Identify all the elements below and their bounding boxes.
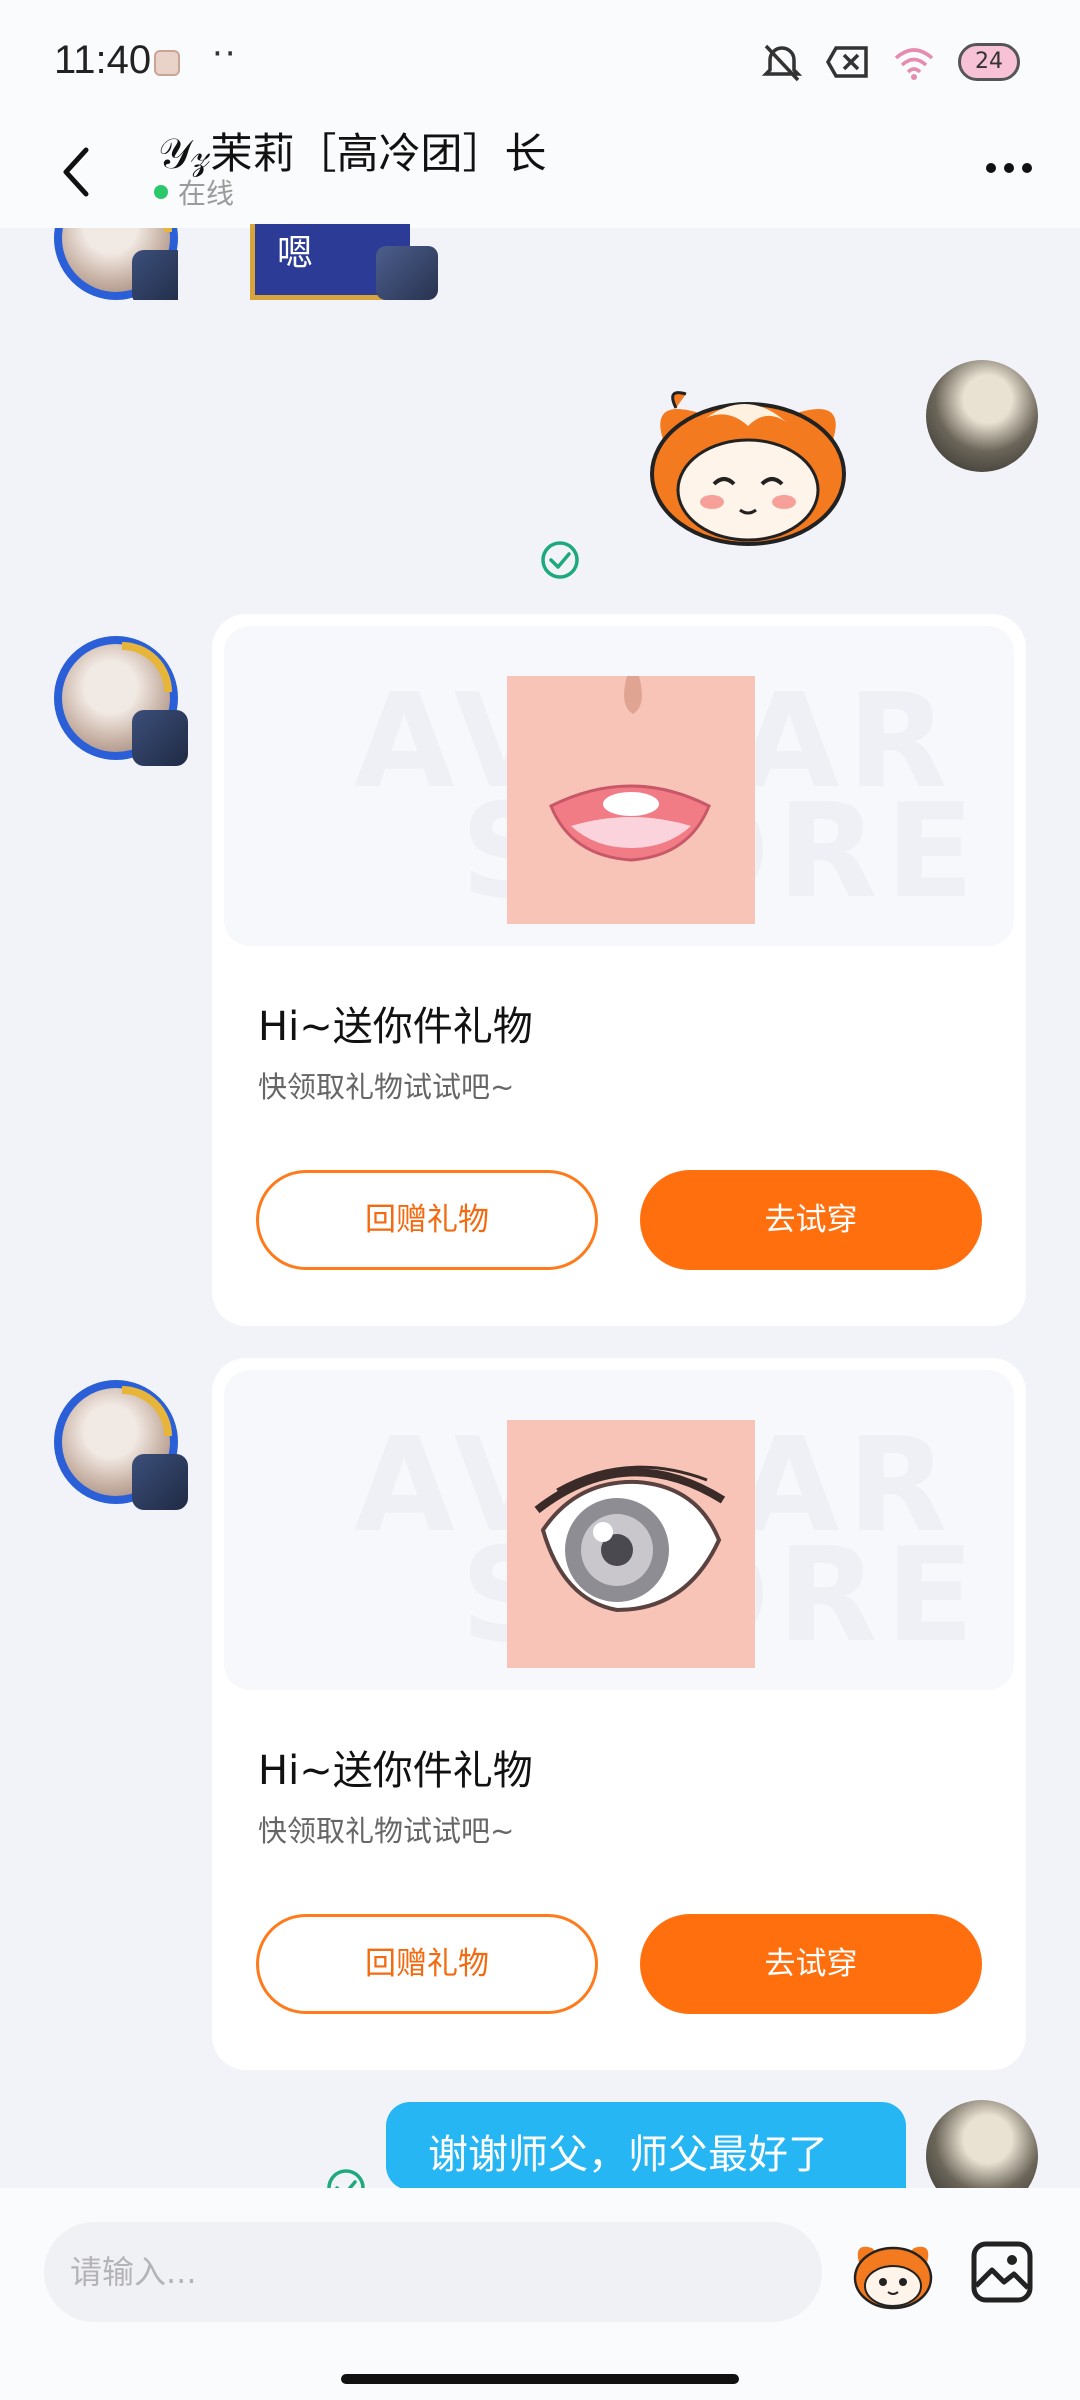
gift-subtitle: 快领取礼物试试吧~: [258, 1814, 515, 1848]
gift-card: AVATAR STORE Hi~送你件礼物 快领取礼物试试吧~ 回赠礼物 去试穿: [212, 1358, 1026, 2070]
online-dot: [154, 185, 168, 199]
try-on-button[interactable]: 去试穿: [640, 1914, 982, 2014]
outgoing-message-bubble[interactable]: 谢谢师父，师父最好了: [386, 2102, 906, 2190]
online-status-label: 在线: [178, 177, 235, 210]
contact-avatar[interactable]: [54, 1380, 188, 1510]
mecha-sticker-icon: [376, 246, 438, 300]
gift-subtitle: 快领取礼物试试吧~: [258, 1070, 515, 1104]
input-bar: [0, 2188, 1080, 2400]
eye-item-icon[interactable]: [507, 1420, 755, 1668]
more-dot: [1022, 163, 1032, 173]
wifi-icon: [894, 48, 934, 80]
gift-title: Hi~送你件礼物: [258, 1004, 533, 1050]
sim-off-icon: [826, 46, 868, 78]
battery-icon: 24: [958, 43, 1020, 81]
contact-avatar[interactable]: [54, 636, 188, 766]
gift-card: AVATAR STORE Hi~送你件礼物 快领取礼物试试吧~ 回赠礼物 去试穿: [212, 614, 1026, 1326]
mouth-item-icon[interactable]: [507, 676, 755, 924]
status-time: 11:40: [54, 38, 152, 82]
try-on-button[interactable]: 去试穿: [640, 1170, 982, 1270]
return-gift-button[interactable]: 回赠礼物: [256, 1170, 598, 1270]
cat-mascot-sticker-icon[interactable]: [636, 378, 860, 554]
chat-header: 𝒴𝓏茉莉［高冷团］长 在线: [0, 120, 1080, 228]
status-bar: 11:40 ·· 24: [0, 0, 1080, 120]
app-notification-icon: [154, 50, 180, 76]
mute-icon: [761, 44, 803, 82]
check-circle-icon: [541, 541, 579, 579]
gift-preview: AVATAR STORE: [224, 1370, 1014, 1690]
more-notifications-indicator: ··: [212, 34, 238, 74]
back-button[interactable]: [50, 132, 110, 202]
image-picker-icon[interactable]: [970, 2240, 1034, 2304]
return-gift-button[interactable]: 回赠礼物: [256, 1914, 598, 2014]
system-icons: 24: [760, 42, 1020, 82]
message-input[interactable]: [44, 2222, 822, 2322]
home-indicator[interactable]: [341, 2374, 739, 2384]
gift-title: Hi~送你件礼物: [258, 1748, 533, 1794]
online-status: 在线: [154, 172, 234, 212]
more-dot: [1004, 163, 1014, 173]
self-avatar[interactable]: [926, 360, 1038, 472]
partial-image-text: 嗯: [277, 233, 314, 274]
chevron-left-icon: [63, 147, 89, 197]
emoji-sticker-icon[interactable]: [850, 2236, 936, 2312]
more-options-button[interactable]: [974, 148, 1044, 188]
more-dot: [986, 163, 996, 173]
gift-preview: AVATAR STORE: [224, 626, 1014, 946]
